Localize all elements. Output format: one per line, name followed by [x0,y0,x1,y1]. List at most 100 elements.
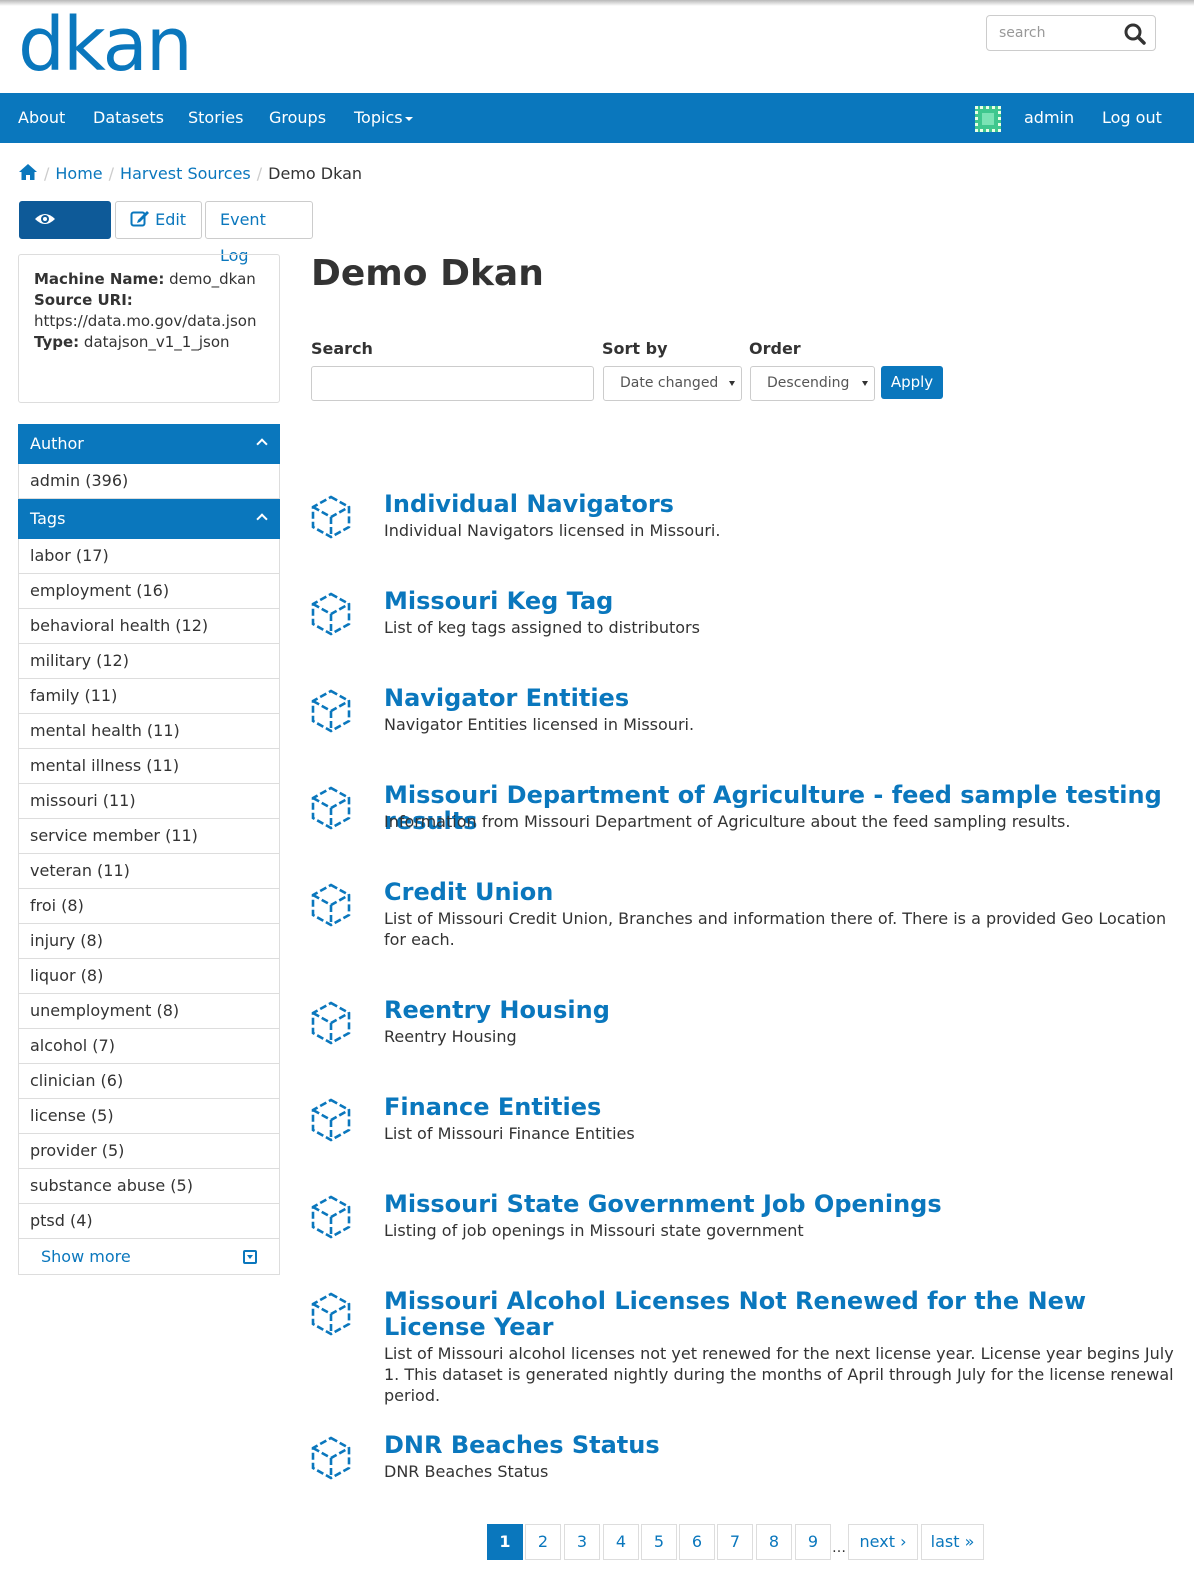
tab-edit[interactable]: Edit [115,201,202,239]
page-link-1[interactable]: 1 [487,1524,523,1560]
nav-stories[interactable]: Stories [188,93,243,143]
result-title[interactable]: Missouri Keg Tag [384,588,1174,614]
breadcrumb-separator: / [256,164,263,183]
site-search[interactable] [986,15,1156,51]
facet-tag-item[interactable]: alcohol (7) [19,1029,279,1064]
type-row: Type: datajson_v1_1_json [34,332,264,353]
search-input[interactable] [987,16,1119,50]
pager-next[interactable]: next › [848,1524,918,1560]
sort-by-value: Date changed [620,375,719,391]
page-link-7[interactable]: 7 [717,1524,753,1560]
type-value: datajson_v1_1_json [83,333,230,351]
breadcrumb-harvest-sources[interactable]: Harvest Sources [120,164,251,183]
facet-tags-title: Tags [30,509,66,528]
facet-author-list: admin (396) [18,464,280,499]
facet-tag-item[interactable]: veteran (11) [19,854,279,889]
facet-tag-item[interactable]: clinician (6) [19,1064,279,1099]
pager-last[interactable]: last » [921,1524,984,1560]
result-description: Individual Navigators licensed in Missou… [384,521,721,540]
page-link-2[interactable]: 2 [525,1524,561,1560]
user-avatar[interactable] [975,106,1001,132]
search-icon[interactable] [1123,22,1147,46]
nav-groups[interactable]: Groups [269,93,326,143]
tab-event-log[interactable]: Event Log [205,201,313,265]
machine-name-row: Machine Name: demo_dkan [34,269,264,290]
facet-tag-item[interactable]: employment (16) [19,574,279,609]
result-item: Missouri Keg Tag List of keg tags assigne… [311,588,1171,678]
facet-author-title: Author [30,434,84,453]
facet-tag-item[interactable]: ptsd (4) [19,1204,279,1239]
facet-tag-item[interactable]: family (11) [19,679,279,714]
chevron-up-icon [256,513,268,525]
result-title[interactable]: Reentry Housing [384,997,1174,1023]
result-description: List of Missouri Finance Entities [384,1124,635,1143]
result-item: Missouri Alcohol Licenses Not Renewed fo… [311,1288,1174,1405]
facet-tag-item[interactable]: injury (8) [19,924,279,959]
facet-tag-item[interactable]: license (5) [19,1099,279,1134]
tab-view[interactable]: View [19,201,111,265]
page-link-4[interactable]: 4 [603,1524,639,1560]
order-select[interactable]: Descending [750,366,875,401]
result-title[interactable]: Missouri Alcohol Licenses Not Renewed fo… [384,1288,1174,1340]
tab-edit-label: Edit [155,210,187,229]
page-link-9[interactable]: 9 [795,1524,831,1560]
result-item: Missouri Department of Agriculture - fee… [311,782,1171,872]
facet-tag-item[interactable]: mental health (11) [19,714,279,749]
facet-tag-item[interactable]: labor (17) [19,539,279,574]
facet-author-item[interactable]: admin (396) [19,464,279,499]
search-filter-label: Search [311,339,373,358]
result-title[interactable]: DNR Beaches Status [384,1432,1174,1458]
page-link-6[interactable]: 6 [679,1524,715,1560]
sort-by-select[interactable]: Date changed [603,366,742,401]
dataset-cube-icon [311,1001,351,1045]
facet-tag-item[interactable]: service member (11) [19,819,279,854]
search-filter-input[interactable] [311,366,594,401]
facet-tag-item[interactable]: provider (5) [19,1134,279,1169]
result-title[interactable]: Missouri State Government Job Openings [384,1191,1174,1217]
nav-topics[interactable]: Topics [354,93,413,143]
apply-button[interactable]: Apply [881,366,943,399]
breadcrumb-current: Demo Dkan [268,164,363,183]
facet-author-header[interactable]: Author [18,424,280,464]
facet-tag-item[interactable]: substance abuse (5) [19,1169,279,1204]
facet-tag-item[interactable]: mental illness (11) [19,749,279,784]
facet-tag-item[interactable]: liquor (8) [19,959,279,994]
breadcrumb-home[interactable]: Home [55,164,102,183]
dkan-logo[interactable]: dkan [18,8,193,82]
harvest-source-info: Machine Name: demo_dkan Source URI: http… [18,254,280,403]
home-icon[interactable] [18,163,38,181]
result-item: Missouri State Government Job Openings Li… [311,1191,1171,1281]
nav-about[interactable]: About [18,93,65,143]
nav-datasets[interactable]: Datasets [93,93,164,143]
facet-tag-item[interactable]: military (12) [19,644,279,679]
result-description: Information from Missouri Department of … [384,812,1071,831]
dataset-cube-icon [311,592,351,636]
main-navbar: About Datasets Stories Groups Topics adm… [0,93,1194,143]
result-title[interactable]: Navigator Entities [384,685,1174,711]
dataset-cube-icon [311,495,351,539]
machine-name-label: Machine Name: [34,270,165,288]
page-link-3[interactable]: 3 [564,1524,600,1560]
result-description: List of Missouri alcohol licenses not ye… [384,1344,1174,1405]
show-more-link[interactable]: Show more [19,1239,279,1275]
dataset-cube-icon [311,1292,351,1336]
nav-logout[interactable]: Log out [1102,93,1162,143]
facet-tag-item[interactable]: froi (8) [19,889,279,924]
facet-tag-item[interactable]: behavioral health (12) [19,609,279,644]
facet-tag-item[interactable]: missouri (11) [19,784,279,819]
source-uri-label: Source URI: [34,291,133,309]
source-uri-value: https://data.mo.gov/data.json [34,312,257,330]
result-item: DNR Beaches Status DNR Beaches Status [311,1432,1171,1522]
dropdown-arrow-icon [729,381,735,386]
edit-icon [130,211,149,227]
nav-user[interactable]: admin [1024,93,1074,143]
result-title[interactable]: Credit Union [384,879,1174,905]
facet-tags-header[interactable]: Tags [18,499,280,539]
facet-tag-item[interactable]: unemployment (8) [19,994,279,1029]
result-title[interactable]: Individual Navigators [384,491,1174,517]
page-link-8[interactable]: 8 [756,1524,792,1560]
page-link-5[interactable]: 5 [641,1524,677,1560]
show-more-label: Show more [41,1247,131,1266]
result-title[interactable]: Finance Entities [384,1094,1174,1120]
dropdown-arrow-icon [862,381,868,386]
